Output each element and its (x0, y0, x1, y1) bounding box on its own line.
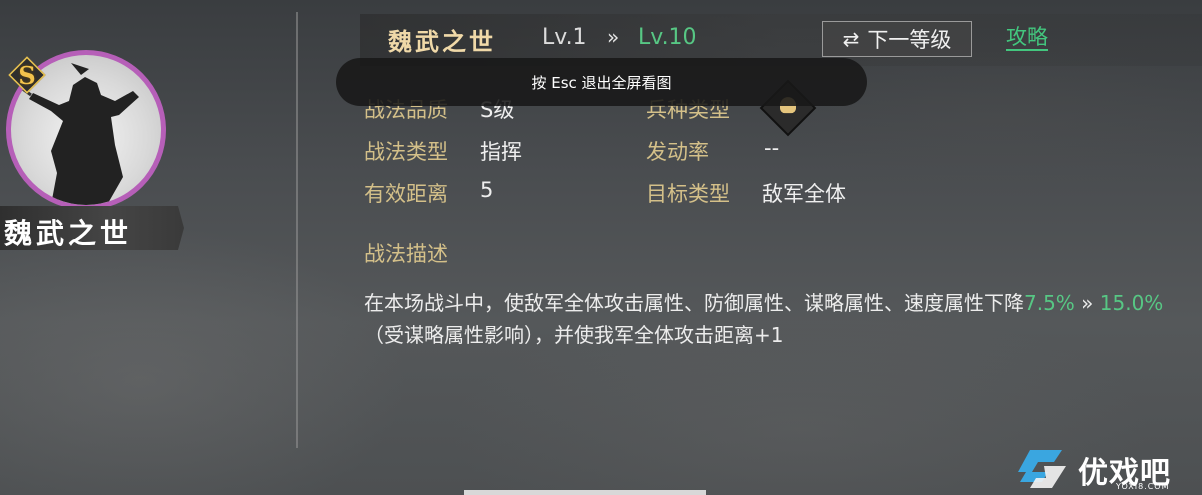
site-watermark: 优戏吧 YOXI8.COM (1016, 444, 1202, 495)
attr-value-trigger-rate: -- (764, 136, 780, 160)
guide-link[interactable]: 攻略 (1006, 25, 1048, 51)
level-from: Lv.1 (542, 25, 587, 50)
swap-arrows-icon: ⇄ (842, 27, 860, 51)
attr-value-range: 5 (480, 178, 494, 202)
skill-card-name: 魏武之世 (4, 217, 133, 250)
rank-letter: S (18, 60, 36, 90)
attr-value-skill-type: 指挥 (480, 140, 522, 164)
attr-label-target: 目标类型 (646, 182, 730, 206)
value-to: 15.0% (1099, 291, 1164, 315)
attr-label-skill-type: 战法类型 (364, 140, 448, 164)
skill-name-plate: 魏武之世 (0, 206, 184, 250)
site-url: YOXI8.COM (1116, 482, 1170, 491)
attr-label-trigger-rate: 发动率 (646, 140, 709, 164)
level-arrow-icon: » (607, 25, 620, 49)
next-level-button[interactable]: ⇄ 下一等级 (822, 21, 972, 57)
level-to: Lv.10 (638, 25, 697, 50)
attr-value-target: 敌军全体 (762, 182, 846, 206)
bottom-edge-bar (464, 490, 706, 495)
site-logo-icon (1018, 450, 1066, 488)
value-from: 7.5% (1024, 291, 1075, 315)
description-label: 战法描述 (364, 242, 448, 266)
description-text: 在本场战斗中，使敌军全体攻击属性、防御属性、谋略属性、速度属性下降7.5% » … (364, 287, 1196, 351)
rank-badge: S (8, 56, 46, 94)
fullscreen-exit-toast: 按 Esc 退出全屏看图 (336, 58, 867, 106)
attr-label-range: 有效距离 (364, 182, 448, 206)
description-part1: 在本场战斗中，使敌军全体攻击属性、防御属性、谋略属性、速度属性下降 (364, 291, 1024, 315)
next-level-label: 下一等级 (867, 28, 952, 52)
description-part2: （受谋略属性影响），并使我军全体攻击距离+1 (364, 323, 784, 347)
skill-title: 魏武之世 (388, 27, 496, 56)
panel-divider (296, 12, 298, 448)
value-arrow: » (1074, 291, 1100, 315)
